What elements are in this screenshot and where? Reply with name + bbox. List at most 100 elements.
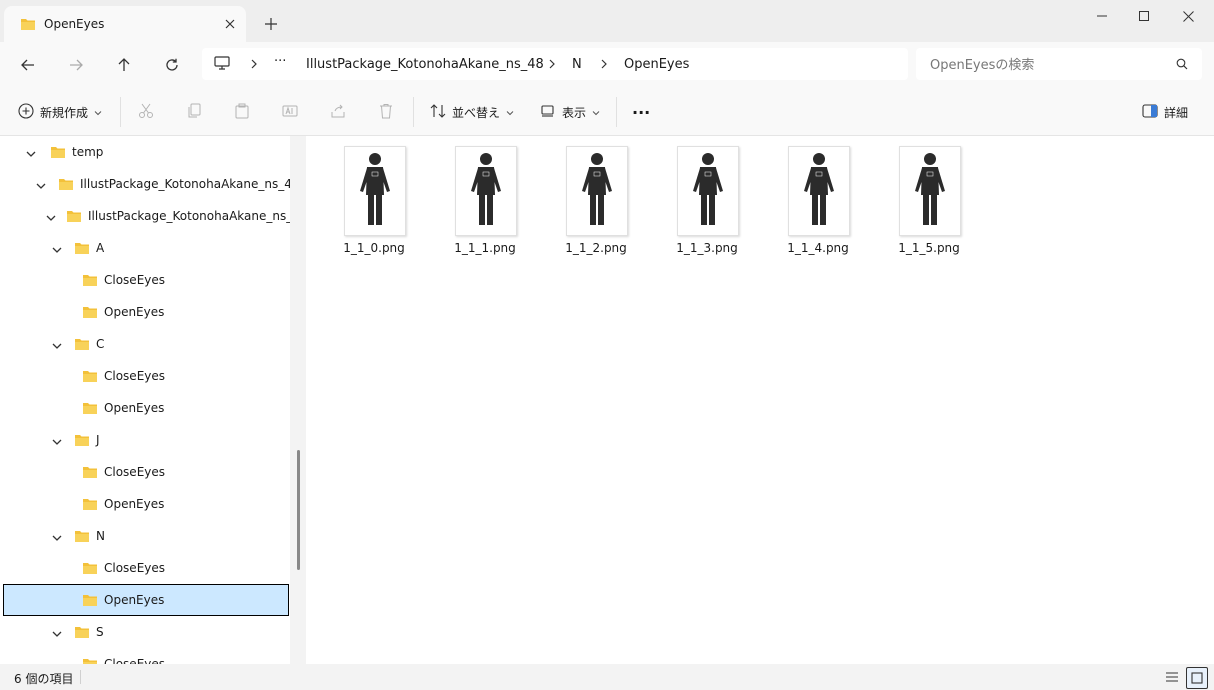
paste-button[interactable] — [234, 100, 250, 124]
tree-item[interactable]: C — [0, 328, 290, 360]
view-button[interactable]: 表示 — [540, 100, 600, 124]
item-count: 6 個の項目 — [14, 672, 74, 686]
chevron-down-icon[interactable] — [52, 627, 62, 641]
breadcrumb-openeyes[interactable]: OpenEyes — [624, 57, 689, 72]
chevron-right-icon[interactable] — [548, 58, 556, 72]
toolbar-divider — [616, 97, 617, 127]
tree-item[interactable]: S — [0, 616, 290, 648]
tree-item[interactable]: CloseEyes — [0, 264, 290, 296]
tree-item[interactable]: CloseEyes — [0, 360, 290, 392]
breadcrumb-package[interactable]: IllustPackage_KotonohaAkane_ns_48 — [306, 57, 544, 72]
image-thumbnail — [788, 146, 850, 236]
chevron-down-icon[interactable] — [52, 339, 62, 353]
new-button[interactable]: 新規作成 — [18, 100, 102, 124]
chevron-right-icon — [250, 58, 258, 72]
folder-icon — [82, 593, 98, 610]
sort-button[interactable]: 並べ替え — [430, 100, 514, 124]
chevron-down-icon[interactable] — [26, 147, 36, 161]
file-item[interactable]: 1_1_5.png — [877, 146, 977, 266]
trash-icon — [378, 103, 394, 122]
tree-item[interactable]: J — [0, 424, 290, 456]
search-input[interactable] — [928, 54, 1172, 76]
sort-label: 並べ替え — [452, 105, 501, 120]
tree-item-label: IllustPackage_KotonohaAkane_ns_48 — [80, 177, 290, 191]
close-window-icon[interactable] — [1166, 0, 1210, 32]
computer-icon — [214, 55, 230, 74]
chevron-down-icon[interactable] — [46, 211, 56, 225]
tree-item[interactable]: OpenEyes — [0, 488, 290, 520]
chevron-down-icon[interactable] — [52, 435, 62, 449]
chevron-down-icon[interactable] — [52, 243, 62, 257]
file-list[interactable]: 1_1_0.png 1_1_1.png 1_1_2.png 1_1_3.png 1_1_… — [306, 136, 1214, 664]
tree-item-label: S — [96, 625, 104, 639]
tree-item[interactable]: OpenEyes — [0, 392, 290, 424]
status-bar: 6 個の項目 — [0, 664, 1214, 690]
new-tab-icon[interactable] — [262, 15, 280, 33]
breadcrumb-ellipsis[interactable]: ··· — [274, 54, 286, 69]
navigation-scrollbar[interactable] — [290, 136, 306, 664]
tree-item[interactable]: A — [0, 232, 290, 264]
tree-item[interactable]: N — [0, 520, 290, 552]
tree-item[interactable]: CloseEyes — [0, 648, 290, 664]
address-field[interactable]: ··· IllustPackage_KotonohaAkane_ns_48 N … — [202, 48, 908, 80]
large-icons-view-icon[interactable] — [1186, 667, 1208, 689]
tree-item-label: C — [96, 337, 105, 351]
folder-icon — [82, 465, 98, 482]
cut-button[interactable] — [138, 100, 154, 124]
file-item[interactable]: 1_1_1.png — [433, 146, 533, 266]
search-icon — [1176, 58, 1188, 73]
tree-item[interactable]: CloseEyes — [0, 456, 290, 488]
chevron-down-icon[interactable] — [36, 179, 46, 193]
details-pane-button[interactable]: 詳細 — [1142, 100, 1188, 124]
tree-item[interactable]: CloseEyes — [0, 552, 290, 584]
folder-icon — [82, 497, 98, 514]
refresh-icon[interactable] — [158, 52, 186, 78]
file-item[interactable]: 1_1_3.png — [655, 146, 755, 266]
tab-openeyes[interactable]: OpenEyes — [4, 6, 246, 42]
breadcrumb-n[interactable]: N — [572, 57, 582, 72]
navigation-pane[interactable]: temp IllustPackage_KotonohaAkane_ns_48 Ill… — [0, 136, 290, 664]
minimize-icon[interactable] — [1080, 0, 1124, 32]
share-icon — [330, 103, 346, 122]
tree-item-label: OpenEyes — [104, 593, 165, 607]
image-thumbnail — [899, 146, 961, 236]
delete-button[interactable] — [378, 100, 394, 124]
file-item[interactable]: 1_1_2.png — [544, 146, 644, 266]
file-item[interactable]: 1_1_0.png — [322, 146, 422, 266]
plus-circle-icon — [18, 102, 34, 122]
tree-item[interactable]: IllustPackage_KotonohaAkane_ns_48 — [0, 200, 290, 232]
details-label: 詳細 — [1164, 105, 1189, 120]
back-arrow-icon[interactable] — [14, 52, 42, 78]
tree-item-label: CloseEyes — [104, 369, 166, 383]
up-arrow-icon[interactable] — [110, 52, 138, 78]
rename-button[interactable] — [282, 100, 298, 124]
folder-icon — [82, 273, 98, 290]
folder-icon — [74, 529, 90, 546]
file-item[interactable]: 1_1_4.png — [766, 146, 866, 266]
more-options-button[interactable]: ··· — [632, 100, 650, 124]
folder-icon — [74, 337, 90, 354]
chevron-right-icon[interactable] — [600, 58, 608, 72]
image-thumbnail — [344, 146, 406, 236]
tree-item[interactable]: IllustPackage_KotonohaAkane_ns_48 — [0, 168, 290, 200]
copy-button[interactable] — [186, 100, 202, 124]
tree-item-label: N — [96, 529, 105, 543]
new-button-label: 新規作成 — [40, 105, 89, 120]
share-button[interactable] — [330, 100, 346, 124]
details-view-icon[interactable] — [1162, 667, 1182, 687]
tree-item[interactable]: OpenEyes — [0, 296, 290, 328]
tree-item-label: J — [96, 433, 100, 447]
tree-item[interactable]: OpenEyes — [0, 584, 290, 616]
maximize-icon[interactable] — [1122, 0, 1166, 32]
file-name: 1_1_3.png — [676, 241, 738, 255]
close-tab-icon[interactable] — [220, 14, 240, 34]
search-box[interactable] — [916, 48, 1202, 80]
forward-arrow-icon[interactable] — [62, 52, 90, 78]
tree-item[interactable]: temp — [0, 136, 290, 168]
chevron-down-icon[interactable] — [52, 531, 62, 545]
view-label: 表示 — [562, 105, 587, 120]
scrollbar-thumb[interactable] — [297, 450, 300, 570]
file-name: 1_1_1.png — [454, 241, 516, 255]
file-name: 1_1_5.png — [898, 241, 960, 255]
title-bar: OpenEyes — [0, 0, 1214, 42]
